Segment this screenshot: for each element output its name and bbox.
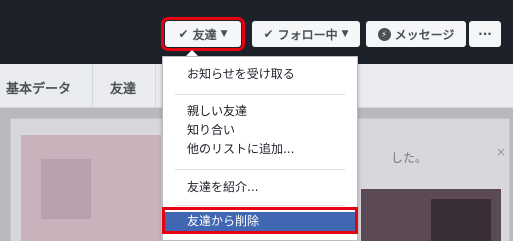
friend-button[interactable]: ✔ 友達 ▼	[161, 17, 245, 51]
check-icon: ✔	[178, 27, 189, 41]
messenger-icon: ⚡	[377, 27, 391, 41]
caret-down-icon: ▼	[220, 29, 228, 39]
friend-button-label: 友達	[192, 27, 217, 42]
blurred-image	[41, 159, 91, 219]
nav-item-about[interactable]: 基本データ	[6, 78, 71, 97]
menu-item-add-to-list[interactable]: 他のリストに追加...	[163, 140, 357, 159]
blurred-image	[431, 199, 491, 241]
menu-item-get-notifications[interactable]: お知らせを受け取る	[163, 65, 357, 84]
unfriend-highlight	[162, 207, 358, 234]
menu-divider	[175, 94, 345, 95]
menu-item-close-friends[interactable]: 親しい友達	[163, 102, 357, 121]
follow-button-label: フォロー中	[277, 27, 338, 42]
more-icon: ···	[478, 27, 492, 41]
nav-item-friends[interactable]: 友達	[110, 78, 136, 97]
nav-divider	[92, 64, 93, 108]
menu-item-acquaintances[interactable]: 知り合い	[163, 121, 357, 140]
menu-divider	[175, 169, 345, 170]
message-button-label: メッセージ	[394, 27, 455, 42]
check-icon: ✔	[263, 27, 274, 41]
caret-down-icon: ▼	[341, 29, 349, 39]
follow-button[interactable]: ✔ フォロー中 ▼	[252, 21, 360, 47]
menu-divider	[175, 205, 345, 206]
more-button[interactable]: ···	[469, 21, 501, 47]
close-icon[interactable]: ×	[496, 145, 506, 159]
message-button[interactable]: ⚡ メッセージ	[366, 21, 466, 47]
card-text: した。	[391, 151, 428, 165]
nav-divider	[155, 64, 156, 108]
menu-item-suggest-friends[interactable]: 友達を紹介...	[163, 178, 357, 197]
